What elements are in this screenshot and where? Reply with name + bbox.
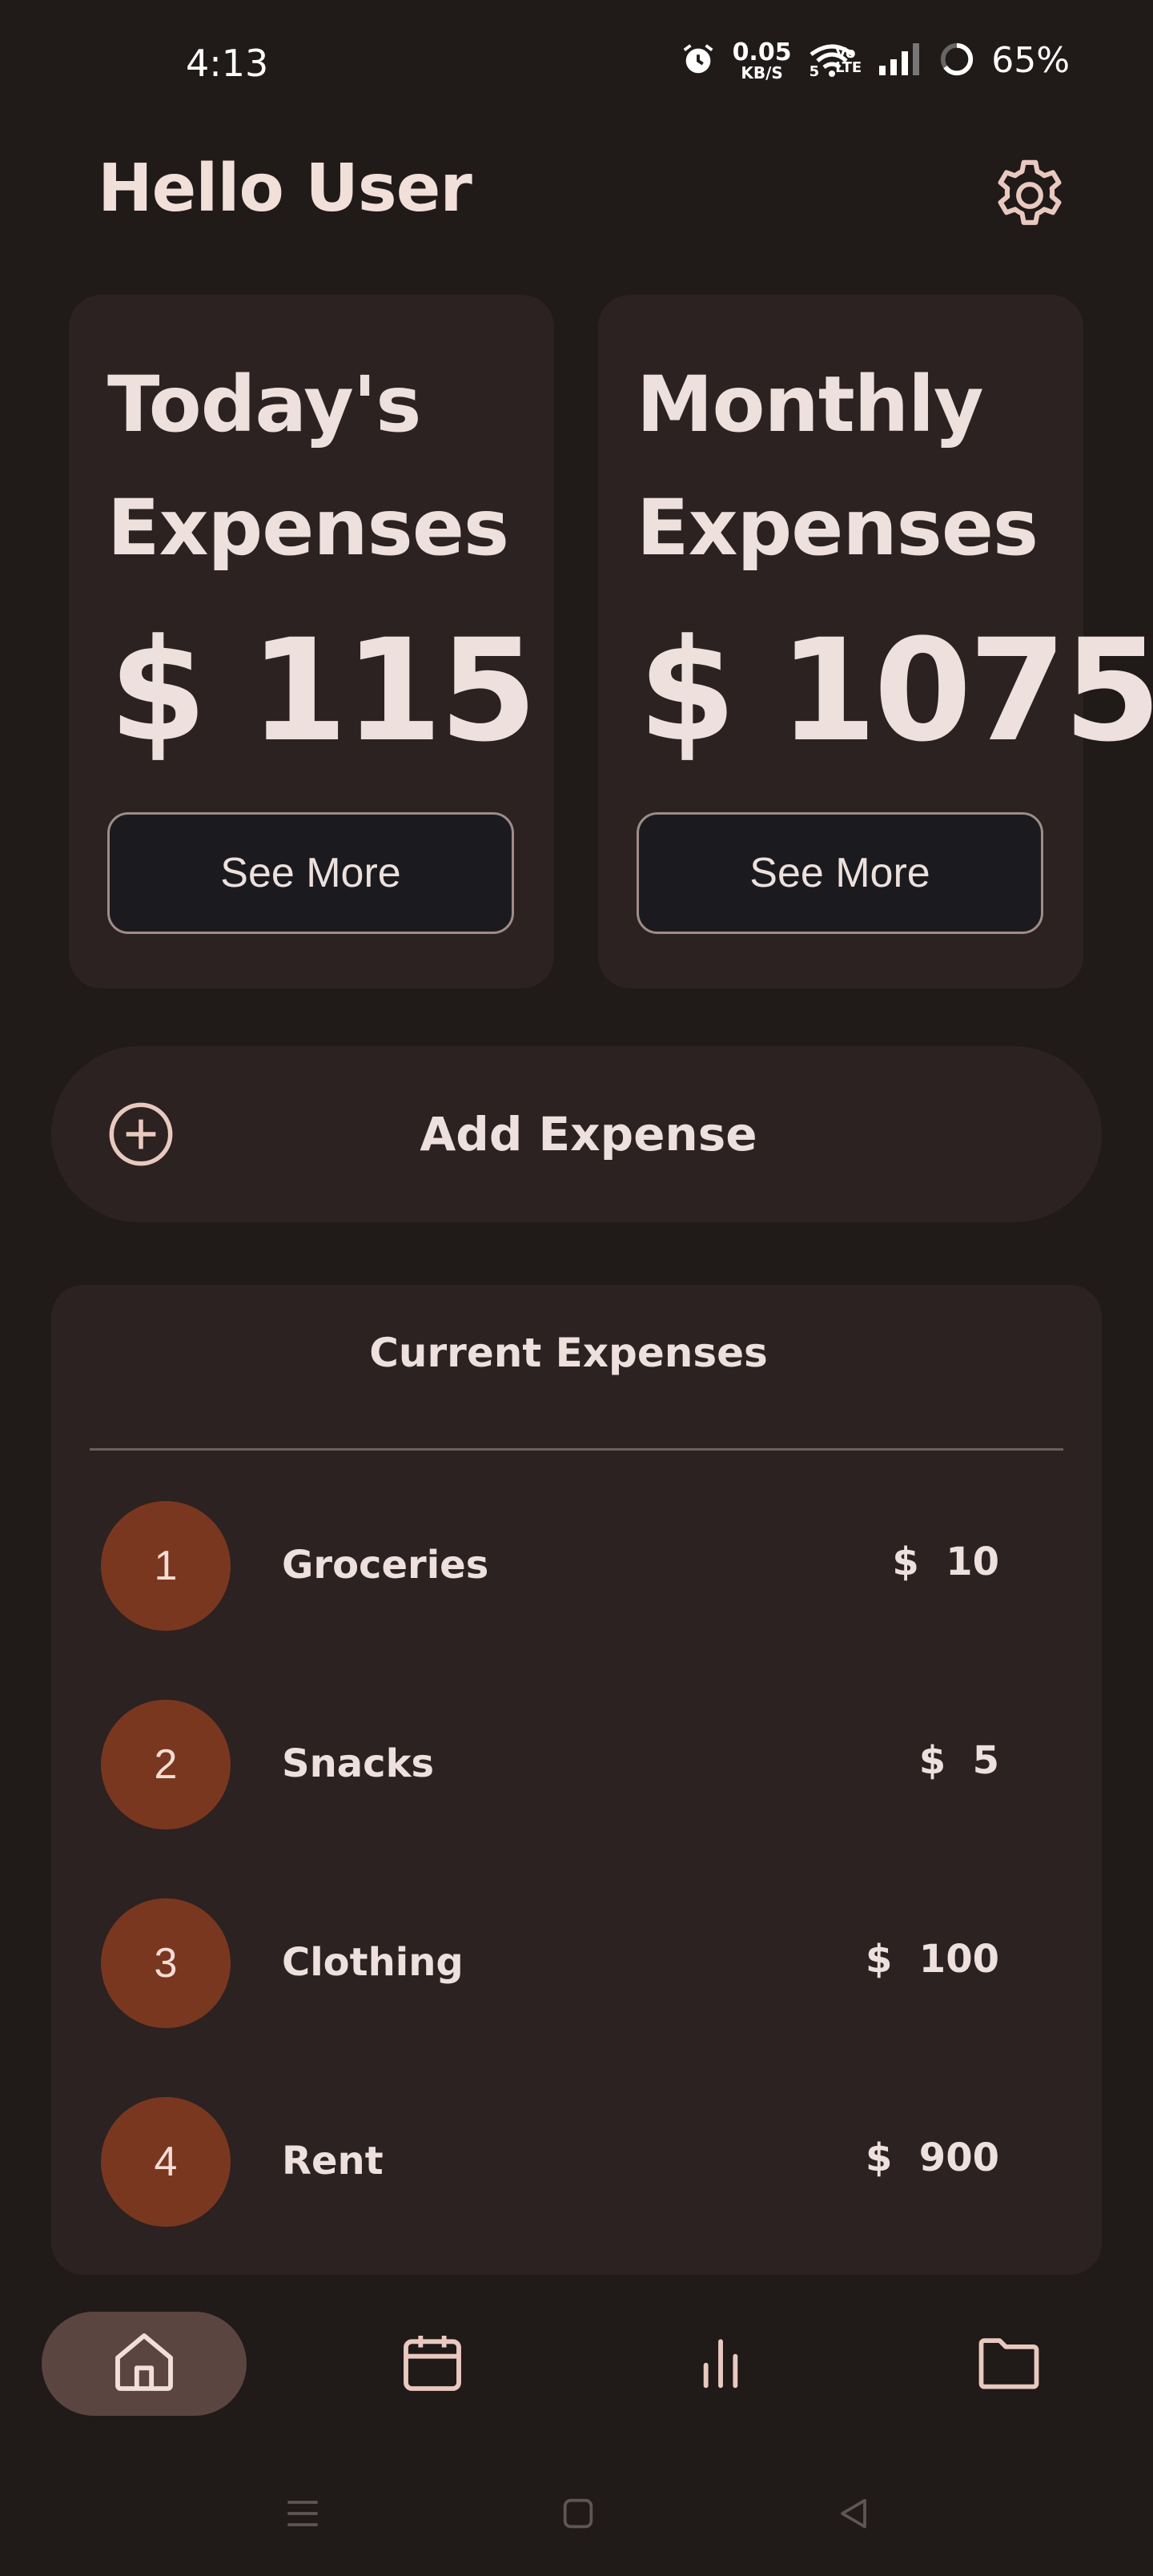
network-speed-value: 0.05 [732, 38, 792, 66]
expense-name: Groceries [282, 1543, 489, 1588]
nav-calendar[interactable] [330, 2312, 535, 2416]
monthly-expenses-card: Monthly Expenses $ 1075 See More [598, 295, 1153, 988]
monthly-expenses-title: Monthly Expenses [637, 360, 1039, 573]
home-system-button[interactable] [546, 2483, 610, 2547]
alarm-icon [680, 41, 717, 81]
folder-icon [972, 2325, 1046, 2402]
settings-button[interactable] [982, 149, 1078, 245]
volte-bottom: LTE [835, 58, 862, 76]
square-icon [556, 2491, 601, 2539]
expense-row[interactable]: 4 Rent $ 900 [51, 2097, 1102, 2233]
expense-index-badge: 2 [101, 1700, 231, 1829]
battery-percent: 65% [991, 40, 1070, 81]
recents-button[interactable] [271, 2483, 335, 2547]
status-time: 4:13 [186, 42, 269, 85]
status-icons: 0.05 KB/S 5 Vo LTE 65% [680, 40, 1070, 81]
volte-top: Vo [835, 44, 856, 62]
todays-expenses-title: Today's Expenses [107, 360, 509, 573]
divider [90, 1448, 1063, 1451]
expense-name: Snacks [282, 1741, 435, 1786]
todays-see-more-button[interactable]: See More [107, 812, 514, 934]
bar-chart-icon [685, 2327, 756, 2401]
network-speed-unit: KB/S [741, 62, 783, 83]
expense-row[interactable]: 2 Snacks $ 5 [51, 1700, 1102, 1836]
calendar-icon [397, 2327, 468, 2401]
nav-home[interactable] [42, 2312, 247, 2416]
todays-expenses-amount: $ 115 [109, 609, 537, 773]
expense-amount: $ 900 [865, 2135, 999, 2180]
wifi-badge: 5 [809, 62, 820, 80]
expense-amount: $ 100 [865, 1937, 999, 1982]
network-speed: 0.05 KB/S [732, 38, 792, 83]
signal-icon [878, 42, 922, 78]
battery-ring-icon [938, 41, 975, 81]
home-icon [109, 2327, 179, 2401]
monthly-see-more-button[interactable]: See More [637, 812, 1043, 934]
add-expense-button[interactable]: Add Expense [51, 1046, 1102, 1222]
expense-name: Clothing [282, 1940, 464, 1985]
expense-row[interactable]: 1 Groceries $ 10 [51, 1501, 1102, 1637]
back-triangle-icon [831, 2491, 876, 2539]
expense-index-badge: 4 [101, 2097, 231, 2227]
expense-row[interactable]: 3 Clothing $ 100 [51, 1898, 1102, 2035]
nav-stats[interactable] [618, 2312, 823, 2416]
expense-name: Rent [282, 2139, 384, 2184]
menu-lines-icon [280, 2491, 325, 2539]
wifi-icon: 5 [808, 42, 854, 80]
nav-files[interactable] [906, 2312, 1111, 2416]
back-button[interactable] [822, 2483, 886, 2547]
system-navigation-bar [0, 2451, 1153, 2576]
expense-amount: $ 10 [892, 1540, 999, 1584]
greeting-title: Hello User [98, 151, 472, 227]
expense-amount: $ 5 [918, 1738, 999, 1783]
add-expense-label: Add Expense [420, 1107, 757, 1161]
current-expenses-title: Current Expenses [369, 1330, 768, 1376]
volte-indicator: Vo LTE [835, 46, 862, 75]
monthly-expenses-amount: $ 1075 [638, 609, 1153, 773]
current-expenses-panel: Current Expenses 1 Groceries $ 10 2 Snac… [51, 1285, 1102, 2275]
expense-index-badge: 3 [101, 1898, 231, 2028]
todays-expenses-card: Today's Expenses $ 115 See More [69, 295, 554, 988]
status-bar: 4:13 0.05 KB/S 5 Vo LTE 65% [0, 0, 1153, 136]
gear-icon [988, 154, 1071, 240]
bottom-navigation [0, 2291, 1153, 2443]
expense-index-badge: 1 [101, 1501, 231, 1631]
